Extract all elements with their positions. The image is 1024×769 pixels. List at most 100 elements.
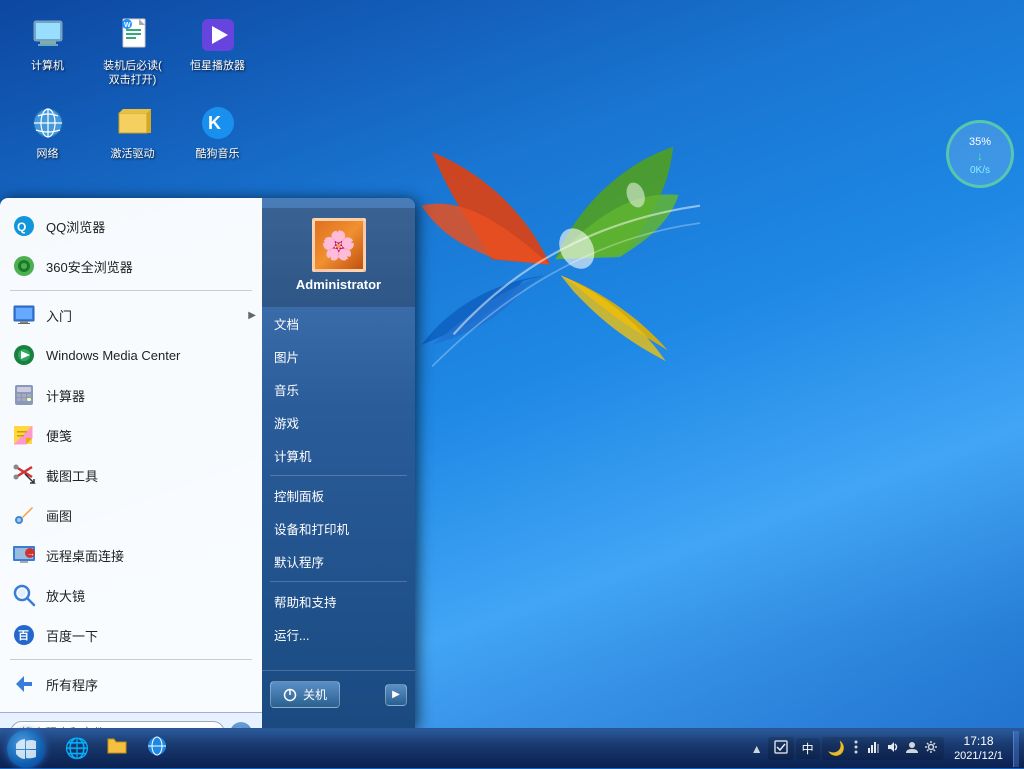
start-right-devices-printers[interactable]: 设备和打印机 [262, 512, 415, 545]
taskbar-item-network[interactable]: 🌐 [57, 732, 97, 766]
kugou-icon: K [198, 103, 238, 143]
tray-notification-toggle[interactable]: ▲ [748, 739, 766, 759]
tray-icons-area [768, 737, 794, 760]
360-browser-icon [10, 252, 38, 280]
run-label: 运行... [274, 625, 309, 644]
tray-check-icon[interactable] [773, 739, 789, 758]
default-programs-label: 默认程序 [274, 552, 324, 571]
start-right-help[interactable]: 帮助和支持 [262, 585, 415, 618]
start-search-input[interactable] [10, 721, 225, 728]
paint-icon [10, 501, 38, 529]
all-programs-icon [10, 670, 38, 698]
user-avatar-img [315, 221, 363, 269]
right-divider-1 [270, 475, 407, 476]
windows-logo-icon [15, 738, 37, 760]
net-percent-value: 35 [969, 136, 981, 148]
desktop: 35% ↓ 0K/s 计算机 [0, 0, 1024, 768]
start-menu-right: Administrator 文档 图片 音乐 游戏 计算机 控制面板 [262, 198, 415, 728]
activate-driver-icon [113, 103, 153, 143]
start-right-games[interactable]: 游戏 [262, 406, 415, 439]
taskbar-explorer-icon [106, 735, 128, 763]
desktop-icon-row-2: 网络 激活驱动 K [10, 98, 255, 166]
desktop-icon-area: 计算机 W 装机后必读(双击打开) [10, 10, 255, 166]
svg-text:→: → [27, 549, 35, 558]
system-clock[interactable]: 17:18 2021/12/1 [946, 732, 1011, 766]
computer-icon [28, 15, 68, 55]
tray-moon-icon[interactable]: 🌙 [827, 739, 846, 758]
tray-dots-icon[interactable] [849, 739, 863, 758]
documents-label: 文档 [274, 314, 299, 333]
desktop-icon-row-1: 计算机 W 装机后必读(双击打开) [10, 10, 255, 93]
baidu-label: 百度一下 [46, 626, 98, 645]
install-readme-icon: W [113, 15, 153, 55]
games-label: 游戏 [274, 413, 299, 432]
desktop-icon-kugou[interactable]: K 酷狗音乐 [180, 98, 255, 166]
desktop-icon-hengxing[interactable]: 恒星播放器 [180, 10, 255, 93]
start-item-paint[interactable]: 画图 [0, 495, 262, 535]
computer-label-right: 计算机 [274, 446, 312, 465]
start-item-magnifier[interactable]: 放大镜 [0, 575, 262, 615]
start-right-default-programs[interactable]: 默认程序 [262, 545, 415, 578]
tray-settings-icon[interactable] [923, 739, 939, 758]
baidu-icon: 百 [10, 621, 38, 649]
start-item-calculator[interactable]: 计算器 [0, 375, 262, 415]
magnifier-label: 放大镜 [46, 586, 85, 605]
start-right-music[interactable]: 音乐 [262, 373, 415, 406]
start-item-intro[interactable]: 入门 ▶ [0, 295, 262, 335]
taskbar-network-icon: 🌐 [65, 736, 90, 761]
show-desktop-button[interactable] [1013, 731, 1019, 767]
desktop-icon-computer[interactable]: 计算机 [10, 10, 85, 93]
hengxing-label: 恒星播放器 [190, 59, 245, 73]
shutdown-arrow-button[interactable]: ▶ [385, 684, 407, 706]
start-item-baidu[interactable]: 百 百度一下 [0, 615, 262, 655]
start-button[interactable] [0, 729, 52, 769]
system-tray: ▲ 中 🌙 [748, 731, 1024, 767]
start-item-wmc[interactable]: Windows Media Center [0, 335, 262, 375]
computer-label: 计算机 [31, 59, 64, 73]
desktop-icon-activate-driver[interactable]: 激活驱动 [95, 98, 170, 166]
tray-volume-icon[interactable] [885, 739, 901, 758]
net-arrow-icon: ↓ [977, 149, 983, 163]
svg-text:K: K [208, 113, 221, 133]
shutdown-button[interactable]: 关机 [270, 681, 340, 708]
start-search-area: 🔍 [0, 712, 262, 728]
start-item-sticky-notes[interactable]: 便笺 [0, 415, 262, 455]
kugou-label: 酷狗音乐 [196, 147, 240, 161]
start-right-pictures[interactable]: 图片 [262, 340, 415, 373]
start-right-run[interactable]: 运行... [262, 618, 415, 651]
language-text[interactable]: 中 [802, 740, 814, 757]
user-avatar[interactable] [312, 218, 366, 272]
windows-flag [400, 120, 700, 420]
paint-label: 画图 [46, 506, 72, 525]
start-menu-items: Q QQ浏览器 360安全浏览器 [0, 198, 262, 712]
start-right-documents[interactable]: 文档 [262, 307, 415, 340]
calculator-label: 计算器 [46, 386, 85, 405]
svg-text:Q: Q [17, 220, 26, 234]
start-orb [7, 730, 45, 768]
desktop-icon-network[interactable]: 网络 [10, 98, 85, 166]
calculator-icon [10, 381, 38, 409]
sticky-notes-icon [10, 421, 38, 449]
start-right-computer[interactable]: 计算机 [262, 439, 415, 472]
start-item-all-programs[interactable]: 所有程序 [0, 664, 262, 704]
control-panel-label: 控制面板 [274, 486, 324, 505]
start-right-control-panel[interactable]: 控制面板 [262, 479, 415, 512]
tray-user-icon[interactable] [904, 739, 920, 758]
taskbar-item-ie[interactable] [137, 732, 177, 766]
start-menu: Q QQ浏览器 360安全浏览器 [0, 198, 415, 728]
start-item-remote-desktop[interactable]: → 远程桌面连接 [0, 535, 262, 575]
start-item-qq-browser[interactable]: Q QQ浏览器 [0, 206, 262, 246]
svg-text:W: W [124, 22, 131, 29]
wmc-icon [10, 341, 38, 369]
start-divider-1 [10, 290, 252, 291]
tray-network-icon[interactable] [866, 739, 882, 758]
taskbar-item-explorer[interactable] [97, 732, 137, 766]
network-label: 网络 [37, 147, 59, 161]
start-item-360-browser[interactable]: 360安全浏览器 [0, 246, 262, 286]
shutdown-label: 关机 [303, 686, 327, 703]
shutdown-arrow-icon: ▶ [392, 689, 400, 700]
desktop-icon-install-readme[interactable]: W 装机后必读(双击打开) [95, 10, 170, 93]
start-item-snipping-tool[interactable]: 截图工具 [0, 455, 262, 495]
music-label: 音乐 [274, 380, 299, 399]
qq-browser-label: QQ浏览器 [46, 217, 105, 236]
